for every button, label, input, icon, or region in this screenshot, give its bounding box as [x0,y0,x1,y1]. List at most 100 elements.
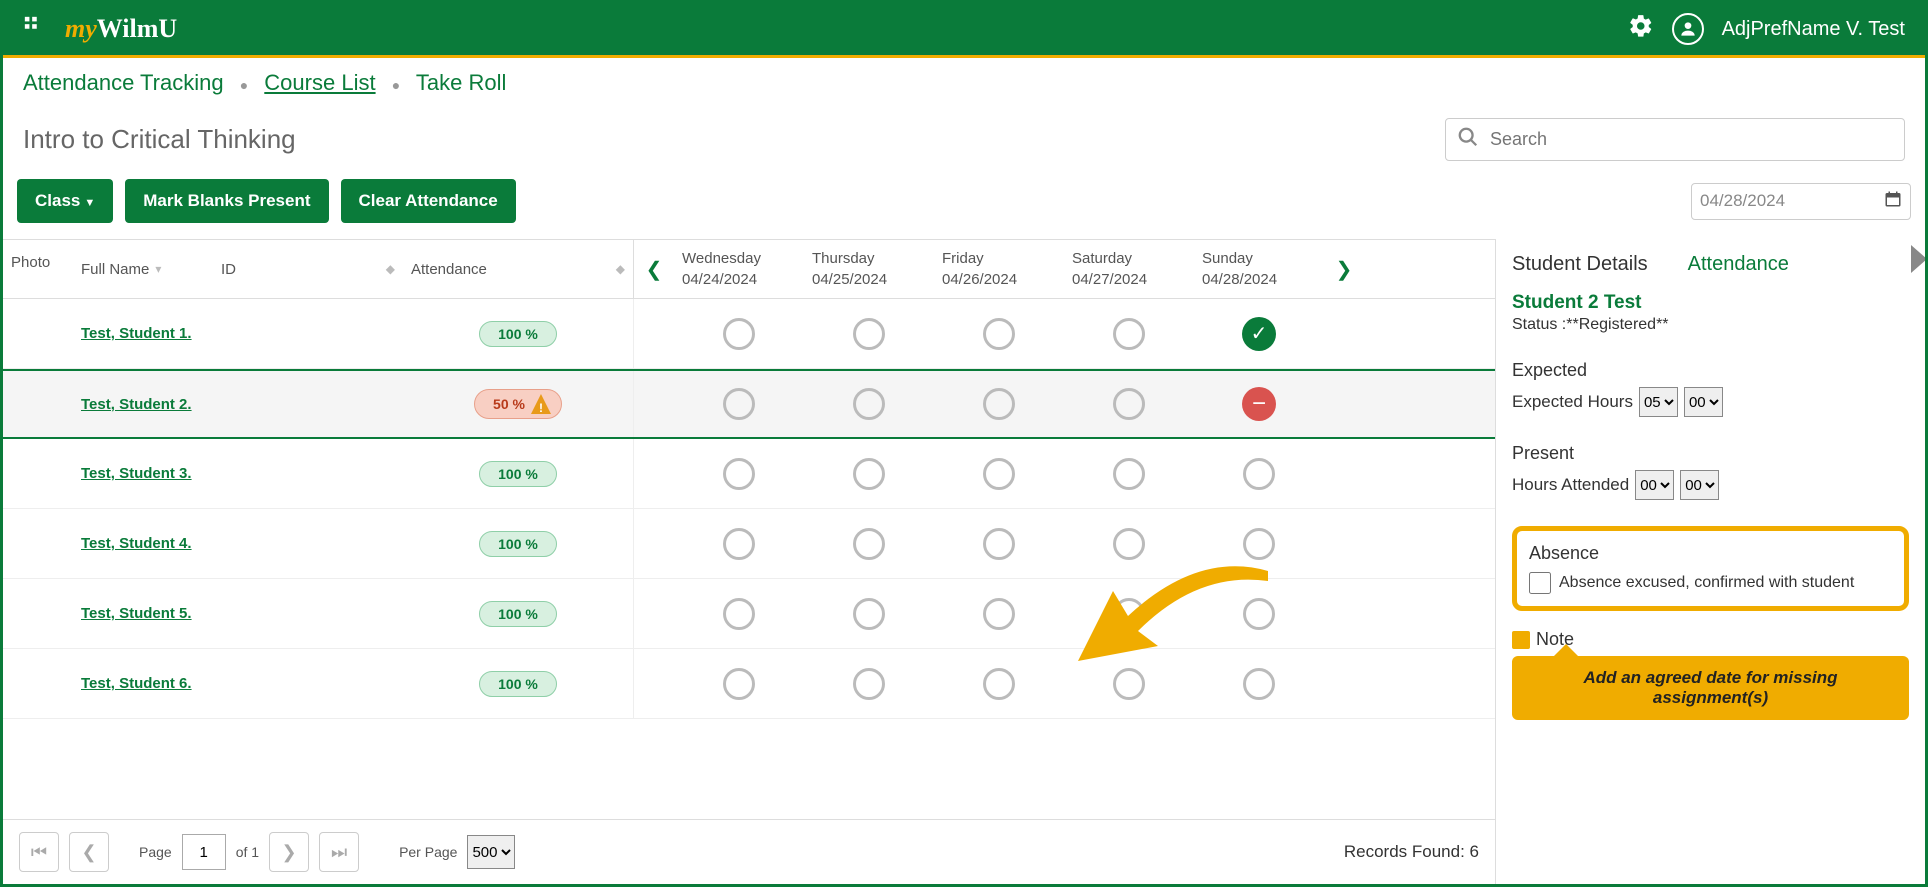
expected-hours-select[interactable]: 05 [1639,387,1678,417]
attendance-empty-icon[interactable] [853,598,885,630]
attendance-empty-icon[interactable] [1243,598,1275,630]
attendance-empty-icon[interactable] [1113,318,1145,350]
expected-label: Expected [1512,360,1909,381]
student-link[interactable]: Test, Student 5. [81,605,192,622]
attendance-pill: 100 % [479,671,557,697]
breadcrumb-separator: ● [240,77,248,93]
attendance-pill: 100 % [479,461,557,487]
student-link[interactable]: Test, Student 6. [81,675,192,692]
attendance-empty-icon[interactable] [1243,528,1275,560]
attendance-empty-icon[interactable] [1113,388,1145,420]
mark-blanks-present-button[interactable]: Mark Blanks Present [125,179,328,223]
next-days-button[interactable]: ❯ [1324,240,1364,298]
student-link[interactable]: Test, Student 2. [81,396,192,413]
col-attendance-label: Attendance [411,261,487,278]
attendance-empty-icon[interactable] [853,668,885,700]
attendance-empty-icon[interactable] [1113,598,1145,630]
table-row[interactable]: Test, Student 4.100 % [3,509,1495,579]
attendance-empty-icon[interactable] [983,388,1015,420]
col-full-name-label: Full Name [81,261,149,278]
present-hours-select[interactable]: 00 [1635,470,1674,500]
breadcrumb-take-roll[interactable]: Take Roll [416,70,506,95]
expand-panel-icon[interactable] [1911,245,1927,273]
attendance-empty-icon[interactable] [983,528,1015,560]
col-attendance[interactable]: Attendance◆ [403,240,633,298]
attendance-empty-icon[interactable] [723,318,755,350]
attendance-empty-icon[interactable] [723,528,755,560]
date-picker[interactable] [1691,183,1911,220]
table-row[interactable]: Test, Student 1.100 %✓ [3,299,1495,369]
note-callout: Add an agreed date for missing assignmen… [1512,656,1909,720]
attendance-empty-icon[interactable] [853,318,885,350]
breadcrumb-attendance-tracking[interactable]: Attendance Tracking [23,70,224,95]
absence-excused-checkbox[interactable] [1529,572,1551,594]
breadcrumb-separator: ● [392,77,400,93]
logo[interactable]: myWilmU [65,14,177,44]
attendance-empty-icon[interactable] [983,668,1015,700]
page-of: of 1 [236,844,259,860]
apps-grid-icon[interactable] [23,15,45,43]
attendance-empty-icon[interactable] [723,388,755,420]
search-box [1445,118,1905,161]
last-page-button[interactable]: ⏭ [319,832,359,872]
attendance-absent-icon[interactable]: − [1242,387,1276,421]
table-row[interactable]: Test, Student 2.50 % − [3,369,1495,439]
absence-excused-label[interactable]: Absence excused, confirmed with student [1529,572,1892,594]
attendance-empty-icon[interactable] [983,598,1015,630]
next-page-button[interactable]: ❯ [269,832,309,872]
breadcrumb-course-list[interactable]: Course List [264,70,375,95]
day-header: Sunday04/28/2024 [1194,240,1324,298]
attendance-empty-icon[interactable] [1113,528,1145,560]
avatar-icon[interactable] [1672,13,1704,45]
present-minutes-select[interactable]: 00 [1680,470,1719,500]
attendance-empty-icon[interactable] [723,458,755,490]
prev-days-button[interactable]: ❮ [634,240,674,298]
student-link[interactable]: Test, Student 4. [81,535,192,552]
gear-icon[interactable] [1628,13,1654,45]
search-input[interactable] [1445,118,1905,161]
attendance-empty-icon[interactable] [853,528,885,560]
attendance-empty-icon[interactable] [853,388,885,420]
caret-down-icon: ▼ [84,197,95,209]
attendance-empty-icon[interactable] [1243,458,1275,490]
side-panel: Student Details Attendance Student 2 Tes… [1495,239,1925,884]
attendance-empty-icon[interactable] [723,598,755,630]
attendance-empty-icon[interactable] [853,458,885,490]
date-input[interactable] [1700,191,1850,211]
col-id-label: ID [221,261,236,278]
tab-attendance[interactable]: Attendance [1688,253,1789,276]
hours-attended-label: Hours Attended [1512,475,1629,495]
day-header: Friday04/26/2024 [934,240,1064,298]
calendar-icon[interactable] [1884,190,1902,213]
table-row[interactable]: Test, Student 5.100 % [3,579,1495,649]
expected-minutes-select[interactable]: 00 [1684,387,1723,417]
attendance-empty-icon[interactable] [723,668,755,700]
col-id[interactable]: ID◆ [213,240,403,298]
class-dropdown-button[interactable]: Class▼ [17,179,113,223]
per-page-select[interactable]: 500 [467,835,515,869]
clear-attendance-button[interactable]: Clear Attendance [341,179,516,223]
student-link[interactable]: Test, Student 1. [81,325,192,342]
attendance-empty-icon[interactable] [1113,458,1145,490]
table-row[interactable]: Test, Student 6. 100 % [3,649,1495,719]
pager: ⏮ ❮ Page of 1 ❯ ⏭ Per Page 500 Records F… [3,819,1495,884]
per-page-label: Per Page [399,844,457,860]
page-title: Intro to Critical Thinking [23,124,1445,155]
page-input[interactable] [182,834,226,870]
attendance-empty-icon[interactable] [983,318,1015,350]
tab-student-details[interactable]: Student Details [1512,253,1648,276]
col-full-name[interactable]: Full Name▾ [73,240,213,298]
attendance-present-icon[interactable]: ✓ [1242,317,1276,351]
attendance-empty-icon[interactable] [983,458,1015,490]
first-page-button[interactable]: ⏮ [19,832,59,872]
username[interactable]: AdjPrefName V. Test [1722,18,1905,41]
prev-page-button[interactable]: ❮ [69,832,109,872]
attendance-empty-icon[interactable] [1243,668,1275,700]
present-label: Present [1512,443,1909,464]
table-row[interactable]: Test, Student 3. 100 % [3,439,1495,509]
warning-icon [531,394,551,414]
col-photo[interactable]: Photo [3,240,73,298]
absence-title: Absence [1529,543,1892,564]
attendance-empty-icon[interactable] [1113,668,1145,700]
student-link[interactable]: Test, Student 3. [81,465,192,482]
